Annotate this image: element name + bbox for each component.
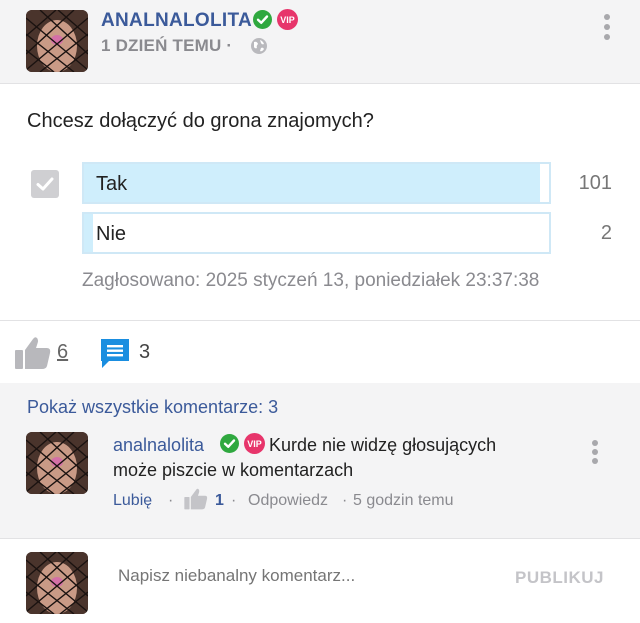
poll-question: Chcesz dołączyć do grona znajomych? (27, 110, 374, 132)
vip-badge: VIP (244, 433, 265, 454)
poll-option-count: 2 (600, 222, 612, 244)
author-name[interactable]: ANALNALOLITA (101, 10, 252, 32)
checkbox-checked-icon (31, 170, 59, 198)
voted-timestamp: Zagłosowano: 2025 styczeń 13, poniedział… (82, 270, 540, 291)
separator: · (231, 492, 237, 509)
post-header (0, 0, 640, 84)
comment-reply-button[interactable]: Odpowiedz (248, 492, 328, 510)
comment-like-count: 1 (215, 492, 224, 509)
separator: · (342, 492, 348, 509)
comment-menu-icon[interactable] (591, 440, 599, 464)
publish-button[interactable]: PUBLIKUJ (515, 568, 604, 588)
comment-like-button[interactable]: Lubię (113, 492, 152, 510)
thumbs-up-icon (184, 488, 208, 510)
verified-icon (220, 434, 239, 453)
poll-option-count: 101 (578, 172, 612, 194)
show-all-comments-link[interactable]: Pokaż wszystkie komentarze: 3 (27, 397, 278, 418)
vip-badge: VIP (277, 9, 298, 30)
poll-option-nie[interactable]: Nie (82, 212, 551, 254)
poll-option-label: Nie (96, 223, 127, 245)
comment-count[interactable]: 3 (139, 341, 150, 364)
verified-icon (253, 10, 272, 29)
post-time: 1 DZIEŃ TEMU · (101, 36, 233, 55)
avatar-image (26, 552, 88, 614)
comment-author-avatar[interactable] (26, 432, 88, 494)
post-menu-icon[interactable] (603, 14, 611, 40)
author-avatar[interactable] (26, 10, 88, 72)
comment-icon[interactable] (99, 337, 131, 369)
separator: · (168, 492, 174, 509)
thumbs-up-icon[interactable] (15, 336, 51, 370)
comment-text: Kurde nie widzę głosujących (269, 435, 497, 455)
avatar-image (26, 432, 88, 494)
poll-option-bar (84, 164, 540, 202)
poll-option-bar (84, 214, 94, 252)
like-count[interactable]: 6 (57, 341, 68, 364)
comment-time: 5 godzin temu (353, 492, 454, 509)
comment-author[interactable]: analnalolita (113, 435, 204, 456)
globe-icon (251, 38, 267, 54)
current-user-avatar (26, 552, 88, 614)
poll-option-label: Tak (96, 173, 128, 195)
comment-text: może piszcie w komentarzach (113, 460, 354, 480)
poll-option-tak[interactable]: Tak (82, 162, 551, 204)
comment-input[interactable] (118, 566, 498, 586)
divider (0, 320, 640, 321)
avatar-image (26, 10, 88, 72)
post-actions (0, 322, 640, 383)
